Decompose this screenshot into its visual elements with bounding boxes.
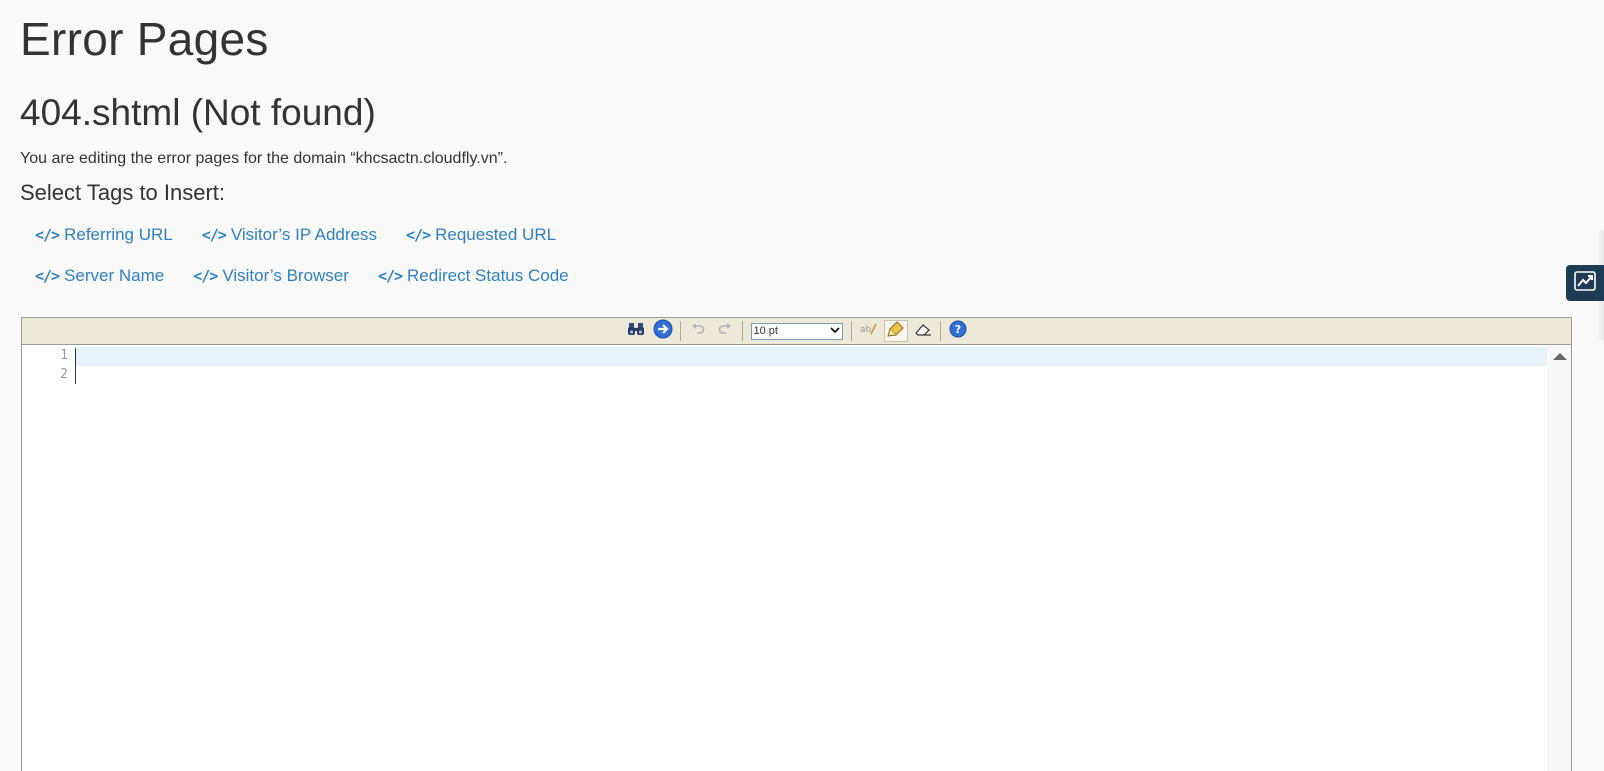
page: Error Pages 404.shtml (Not found) You ar… [0, 0, 1604, 771]
tag-referring-url[interactable]: </> Referring URL [35, 225, 173, 245]
tag-requested-url[interactable]: </> Requested URL [406, 225, 556, 245]
tag-row-2: </> Server Name </> Visitor’s Browser </… [35, 266, 598, 286]
eraser-icon [914, 321, 932, 342]
code-icon: </> [193, 267, 218, 285]
undo-icon [690, 321, 706, 342]
search-button[interactable] [624, 320, 648, 342]
go-to-line-button[interactable] [651, 319, 675, 344]
text-cursor [75, 348, 76, 384]
line-number: 2 [60, 367, 68, 382]
code-editor[interactable]: 10 pt ab ? 1 2 [21, 317, 1572, 771]
scroll-up-arrow-icon[interactable] [1553, 353, 1567, 360]
tag-label: Redirect Status Code [407, 266, 569, 285]
tags-heading: Select Tags to Insert: [20, 180, 226, 205]
trend-chart-icon [1574, 270, 1596, 296]
editing-note: You are editing the error pages for the … [20, 150, 508, 167]
tag-visitor-browser[interactable]: </> Visitor’s Browser [193, 266, 349, 286]
section-title: 404.shtml (Not found) [20, 92, 376, 133]
code-area[interactable]: 1 2 [22, 345, 1571, 771]
active-line-highlight [75, 347, 1563, 366]
syntax-highlight-button[interactable]: ab [857, 320, 881, 342]
tag-label: Visitor’s Browser [222, 266, 349, 285]
toolbar-separator [939, 321, 941, 341]
go-arrow-icon [653, 319, 673, 344]
help-button[interactable]: ? [946, 320, 970, 342]
tag-server-name[interactable]: </> Server Name [35, 266, 164, 286]
stats-panel-tab[interactable] [1566, 265, 1604, 301]
tag-redirect-status-code[interactable]: </> Redirect Status Code [378, 266, 569, 286]
toolbar-separator [850, 321, 852, 341]
tag-visitor-ip[interactable]: </> Visitor’s IP Address [202, 225, 377, 245]
toolbar-separator [679, 321, 681, 341]
code-icon: </> [35, 226, 60, 244]
undo-button[interactable] [686, 320, 710, 342]
page-title: Error Pages [20, 13, 269, 65]
toolbar-separator [741, 321, 743, 341]
code-icon: </> [35, 267, 60, 285]
reset-button[interactable] [911, 320, 935, 342]
code-icon: </> [406, 226, 431, 244]
svg-text:ab: ab [860, 325, 872, 335]
editor-scrollbar[interactable] [1547, 345, 1571, 771]
code-icon: </> [201, 226, 227, 244]
help-icon: ? [949, 320, 967, 343]
tag-label: Visitor’s IP Address [230, 225, 377, 244]
tag-row-1: </> Referring URL </> Visitor’s IP Addre… [35, 225, 585, 245]
tag-label: Referring URL [64, 225, 173, 244]
redo-icon [717, 321, 733, 342]
line-number-gutter: 1 2 [22, 345, 74, 771]
binoculars-icon [627, 321, 645, 342]
editor-toolbar: 10 pt ab ? [22, 318, 1571, 345]
syntax-highlight-icon: ab [860, 322, 878, 341]
svg-text:?: ? [954, 323, 960, 336]
highlight-toggle-button[interactable] [883, 320, 908, 343]
font-size-select[interactable]: 10 pt [750, 322, 843, 340]
tag-label: Server Name [64, 266, 165, 285]
line-number: 1 [60, 348, 68, 363]
code-icon: </> [377, 267, 403, 285]
chevron-down-icon [829, 325, 840, 337]
highlighter-icon [886, 320, 905, 343]
font-size-value: 10 pt [753, 325, 778, 337]
redo-button[interactable] [713, 320, 737, 342]
tag-label: Requested URL [435, 225, 557, 244]
